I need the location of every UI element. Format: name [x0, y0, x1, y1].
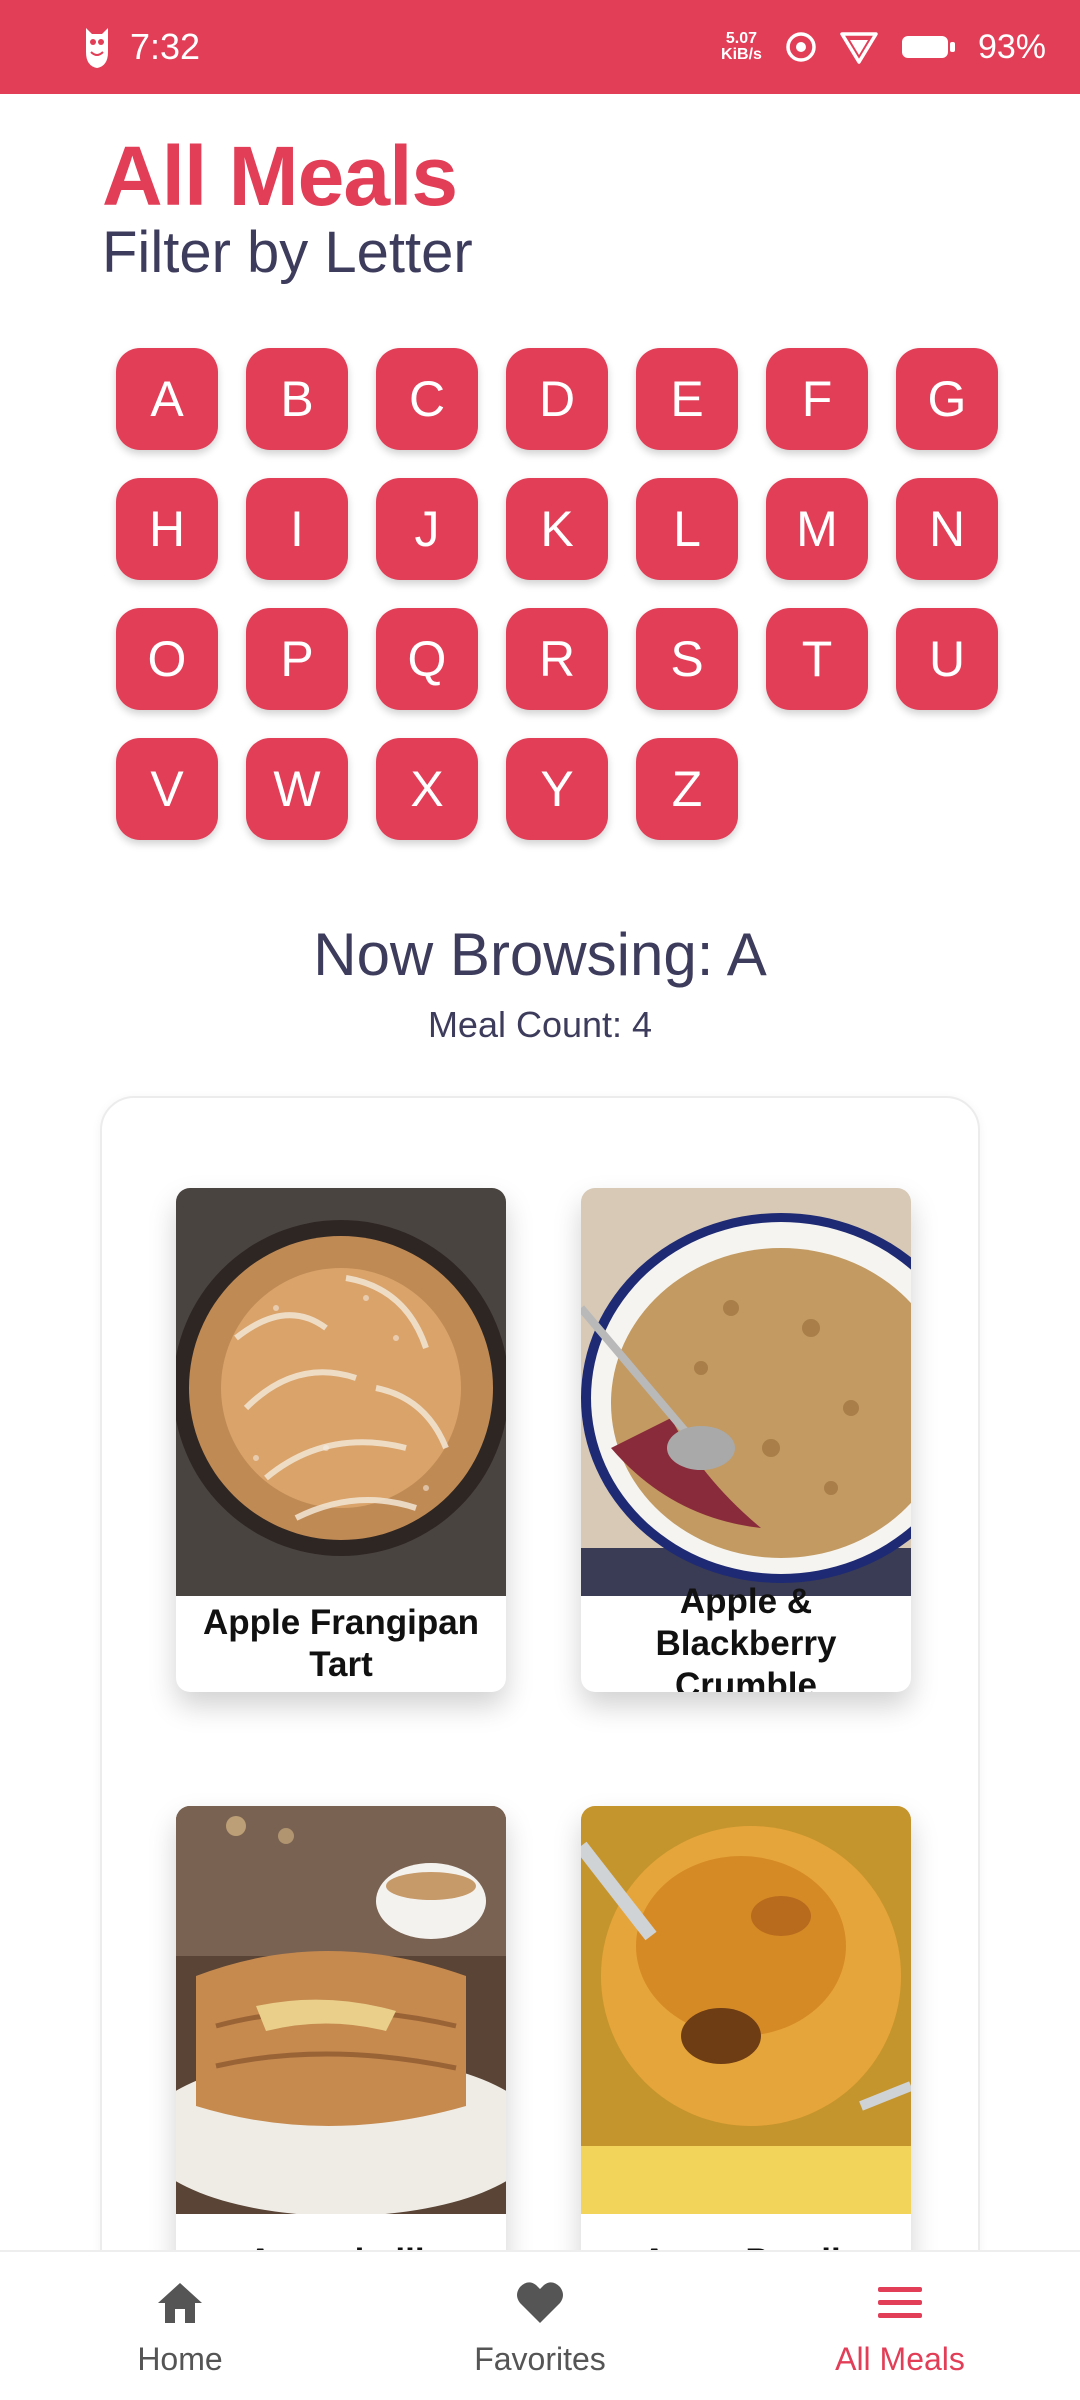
page-title: All Meals	[102, 129, 458, 223]
letter-filter-f[interactable]: F	[766, 348, 868, 450]
letter-filter-b[interactable]: B	[246, 348, 348, 450]
net-speed-unit: KiB/s	[721, 46, 762, 63]
letter-filter-n[interactable]: N	[896, 478, 998, 580]
now-browsing-label: Now Browsing: A	[313, 921, 767, 988]
letter-filter-h[interactable]: H	[116, 478, 218, 580]
letter-filter-r[interactable]: R	[506, 608, 608, 710]
letter-filter-g[interactable]: G	[896, 348, 998, 450]
nav-favorites[interactable]: Favorites	[360, 2252, 720, 2400]
letter-filter-x[interactable]: X	[376, 738, 478, 840]
letter-filter-u[interactable]: U	[896, 608, 998, 710]
bottom-navigation: Home Favorites All Meals	[0, 2250, 1080, 2400]
nav-all-meals-label: All Meals	[835, 2340, 965, 2377]
letter-filter-t[interactable]: T	[766, 608, 868, 710]
letter-filter-y[interactable]: Y	[506, 738, 608, 840]
network-speed: 5.07 KiB/s	[721, 31, 762, 63]
letter-filter-m[interactable]: M	[766, 478, 868, 580]
nav-favorites-label: Favorites	[474, 2340, 606, 2377]
letter-filter-l[interactable]: L	[636, 478, 738, 580]
nav-home[interactable]: Home	[0, 2252, 360, 2400]
page-subtitle: Filter by Letter	[102, 220, 473, 285]
owl-app-icon	[86, 28, 108, 68]
nav-home-label: Home	[137, 2340, 223, 2377]
page-header: All Meals Filter by Letter	[102, 128, 473, 288]
meal-image-ayam-percik	[581, 1806, 911, 2214]
nav-all-meals[interactable]: All Meals	[720, 2252, 1080, 2400]
meal-list-panel: Apple Frangipan Tart Apple & Blackberry …	[100, 1096, 980, 2310]
letter-filter-q[interactable]: Q	[376, 608, 478, 710]
letter-filter-j[interactable]: J	[376, 478, 478, 580]
meal-card[interactable]: Apple & Blackberry Crumble	[581, 1188, 911, 1692]
meal-image-apple-frangipan-tart	[176, 1188, 506, 1596]
status-time: 7:32	[130, 26, 201, 67]
letter-filter-s[interactable]: S	[636, 608, 738, 710]
letter-filter-v[interactable]: V	[116, 738, 218, 840]
status-bar: 7:32 5.07 KiB/s 93%	[0, 0, 1080, 94]
letter-filter-i[interactable]: I	[246, 478, 348, 580]
browsing-summary: Now Browsing: A Meal Count: 4	[0, 918, 1080, 1048]
letter-filter-p[interactable]: P	[246, 608, 348, 710]
heart-icon	[517, 2281, 563, 2323]
letter-filter-o[interactable]: O	[116, 608, 218, 710]
meal-card[interactable]: Ayam Percik	[581, 1806, 911, 2310]
meal-name: Apple Frangipan Tart	[202, 1603, 480, 1684]
menu-icon	[878, 2286, 922, 2318]
battery-icon	[901, 36, 955, 58]
meal-image-apam-balik	[176, 1806, 506, 2214]
meal-card[interactable]: Apam balik	[176, 1806, 506, 2310]
data-saver-icon	[786, 32, 816, 62]
letter-filter-e[interactable]: E	[636, 348, 738, 450]
meal-count-label: Meal Count: 4	[427, 1004, 653, 1045]
meal-card[interactable]: Apple Frangipan Tart	[176, 1188, 506, 1692]
home-icon	[158, 2282, 202, 2323]
battery-percent: 93%	[977, 27, 1046, 66]
meal-name: Apple & Blackberry Crumble	[655, 1582, 837, 1692]
letter-filter-k[interactable]: K	[506, 478, 608, 580]
letter-filter-c[interactable]: C	[376, 348, 478, 450]
letter-filter-w[interactable]: W	[246, 738, 348, 840]
wifi-icon	[840, 32, 878, 64]
letter-filter-d[interactable]: D	[506, 348, 608, 450]
meal-image-apple-blackberry-crumble	[581, 1188, 911, 1596]
net-speed-value: 5.07	[725, 30, 758, 47]
letter-filter-a[interactable]: A	[116, 348, 218, 450]
letter-filter-z[interactable]: Z	[636, 738, 738, 840]
